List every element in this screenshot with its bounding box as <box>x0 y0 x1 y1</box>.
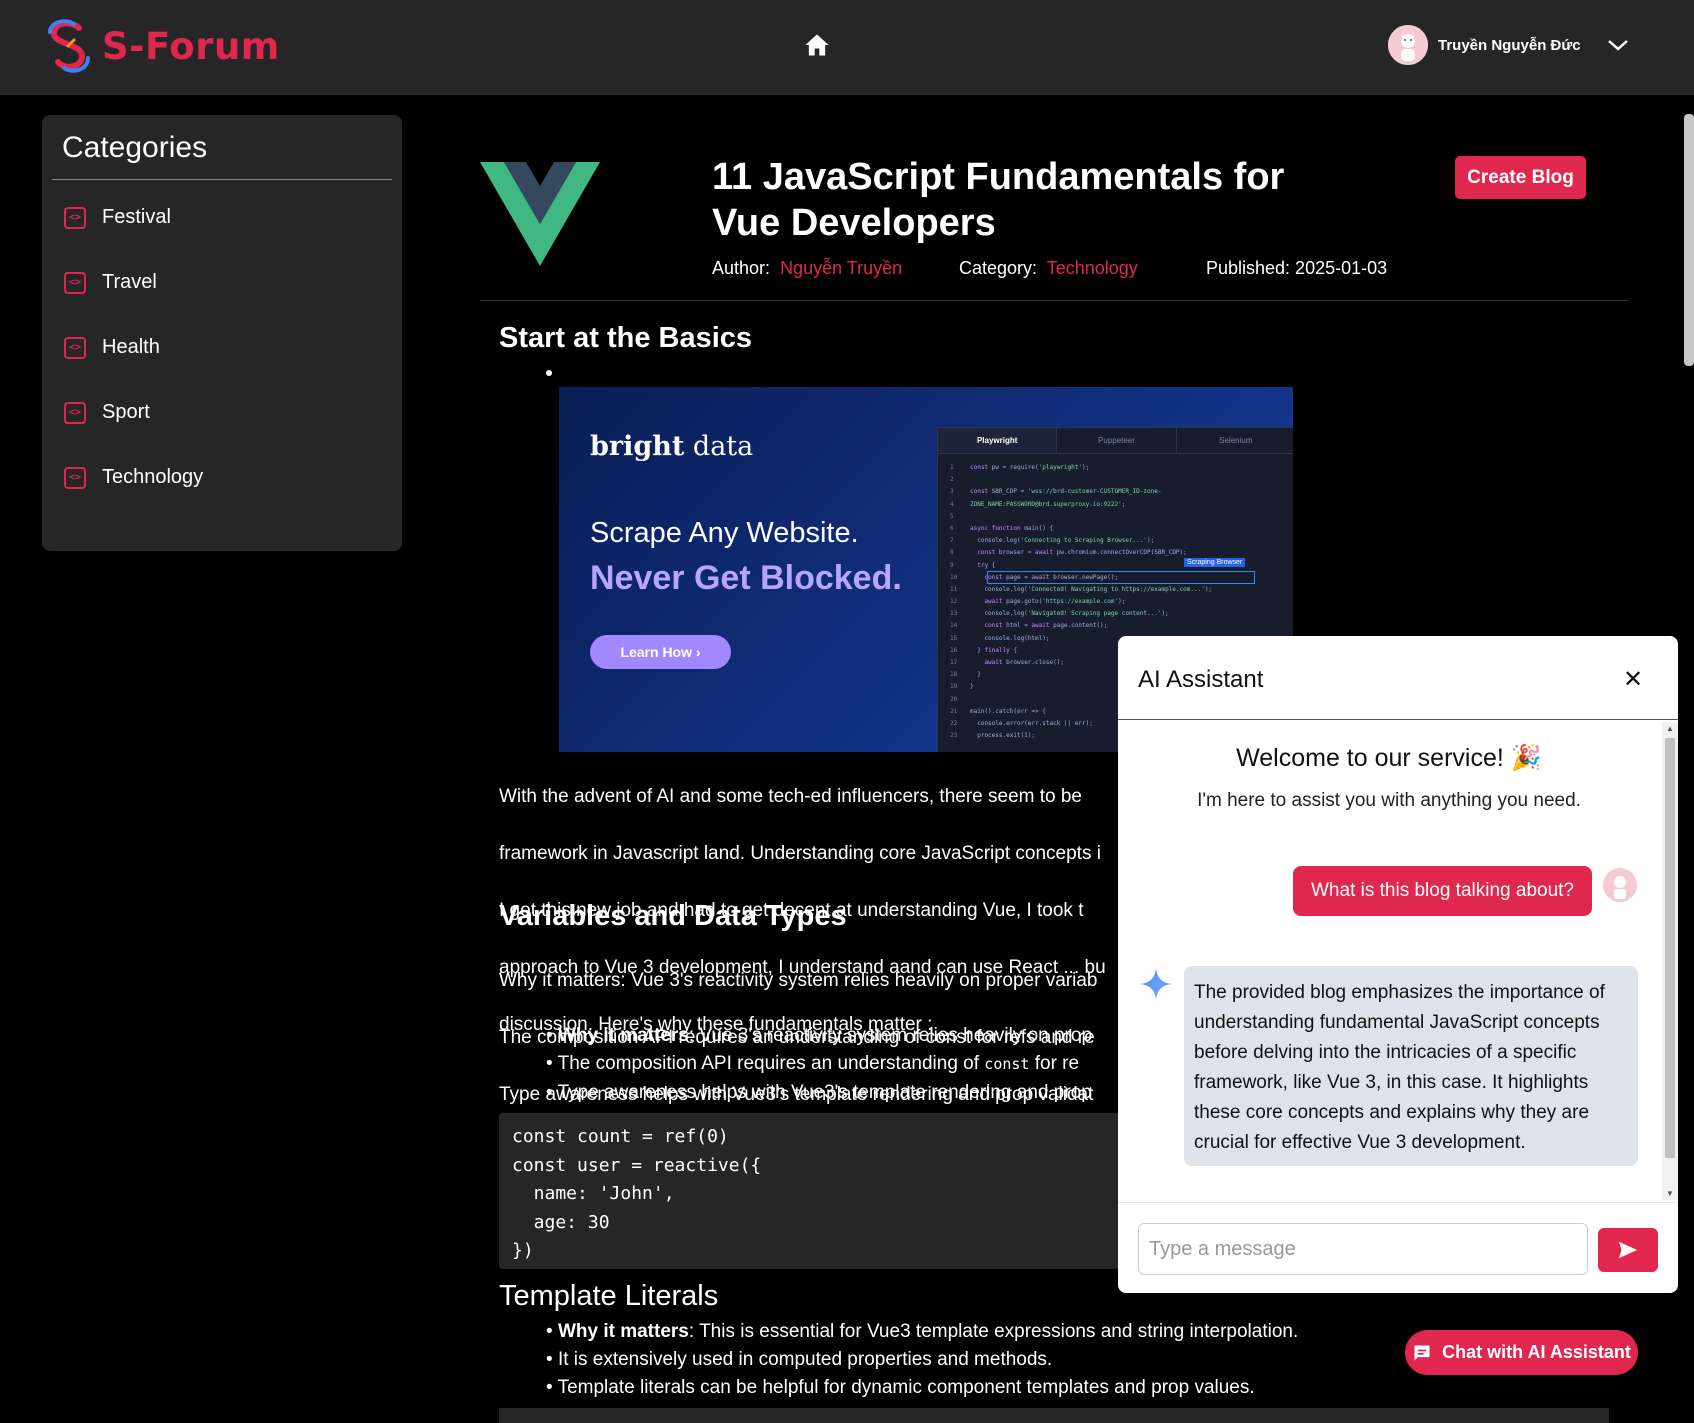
app-name: S-Forum <box>102 24 280 68</box>
list-item: • It is extensively used in computed pro… <box>546 1349 1053 1370</box>
code-block <box>499 1408 1609 1423</box>
chat-icon <box>1414 1345 1430 1360</box>
code-icon: <> <box>64 206 86 229</box>
divider <box>480 300 1628 301</box>
post-author: Author: Nguyễn Truyền <box>712 258 902 279</box>
code-tab: Playwright <box>938 428 1058 453</box>
sidebar-item-label: Festival <box>102 206 171 228</box>
post-title: 11 JavaScript Fundamentals for Vue Devel… <box>712 156 1285 244</box>
sidebar-item-health[interactable]: <> Health <box>64 336 160 359</box>
heading-variables: Variables and Data Types <box>499 900 847 932</box>
banner-line1: Scrape Any Website. <box>590 517 859 549</box>
welcome-title: Welcome to our service! 🎉 <box>1236 744 1542 772</box>
list-item: • Why it matters: This is essential for … <box>546 1321 1299 1342</box>
send-button[interactable] <box>1598 1228 1658 1272</box>
sparkle-icon <box>1140 968 1172 1000</box>
top-navbar: S-Forum Truyền Nguyễn Đức <box>0 0 1694 95</box>
user-name: Truyền Nguyễn Đức <box>1438 36 1581 54</box>
chat-with-ai-button[interactable]: Chat with AI Assistant <box>1405 1330 1638 1375</box>
chat-title: AI Assistant <box>1138 666 1264 693</box>
code-icon: <> <box>64 466 86 489</box>
close-icon[interactable]: ✕ <box>1618 664 1648 694</box>
user-message: What is this blog talking about? <box>1293 866 1592 916</box>
banner-brand: bright data <box>590 431 754 462</box>
welcome-subtitle: I'm here to assist you with anything you… <box>1197 790 1581 811</box>
code-tab: Puppeteer <box>1057 428 1177 453</box>
list-item: • The composition API requires an unders… <box>546 1053 1080 1074</box>
sidebar-item-festival[interactable]: <> Festival <box>64 206 171 229</box>
vue-logo-icon <box>480 162 600 266</box>
sidebar-item-travel[interactable]: <> Travel <box>64 271 157 294</box>
message-input[interactable] <box>1138 1223 1588 1275</box>
sidebar-item-label: Travel <box>102 271 157 293</box>
s-forum-logo-icon <box>48 19 90 73</box>
list-item: • Type awareness helps with Vue3's templ… <box>546 1082 1092 1103</box>
sidebar-title: Categories <box>62 131 208 164</box>
avatar <box>1603 868 1637 902</box>
sidebar-item-sport[interactable]: <> Sport <box>64 401 150 424</box>
author-label: Author: <box>712 258 771 278</box>
code-text: const count = ref(0) const user = reacti… <box>512 1126 762 1261</box>
post-published: Published: 2025-01-03 <box>1206 258 1388 278</box>
sidebar-item-label: Technology <box>102 466 204 488</box>
chat-footer <box>1118 1202 1678 1293</box>
assistant-message: The provided blog emphasizes the importa… <box>1184 966 1638 1166</box>
list-bullet <box>546 370 552 376</box>
banner-line2: Never Get Blocked. <box>590 559 902 597</box>
create-blog-button[interactable]: Create Blog <box>1455 156 1586 199</box>
code-icon: <> <box>64 271 86 294</box>
category-link[interactable]: Technology <box>1047 258 1138 278</box>
user-menu[interactable]: Truyền Nguyễn Đức <box>1388 25 1581 65</box>
sidebar-item-label: Health <box>102 336 160 358</box>
list-item: • Template literals can be helpful for d… <box>546 1377 1255 1398</box>
author-link[interactable]: Nguyễn Truyền <box>780 258 902 278</box>
code-tab: Selenium <box>1177 428 1293 453</box>
divider <box>52 179 392 180</box>
page-scrollbar[interactable] <box>1684 114 1694 366</box>
sidebar-item-label: Sport <box>102 401 150 423</box>
list-item: • Why it matters: Vue 3's reactivity sys… <box>546 1025 1093 1046</box>
code-icon: <> <box>64 336 86 359</box>
post-category: Category: Technology <box>959 258 1138 279</box>
heading-template-literals: Template Literals <box>499 1280 719 1312</box>
chat-header: AI Assistant ✕ <box>1118 636 1678 720</box>
ai-assistant-panel: AI Assistant ✕ Welcome to our service! 🎉… <box>1118 636 1678 1293</box>
home-icon[interactable] <box>803 31 831 59</box>
code-highlight <box>987 571 1255 584</box>
banner-learn-how-button[interactable]: Learn How › <box>590 635 731 669</box>
chat-scrollbar[interactable]: ▲ ▼ <box>1662 722 1678 1200</box>
chat-fab-label: Chat with AI Assistant <box>1442 1342 1631 1362</box>
send-icon <box>1618 1241 1638 1259</box>
category-label: Category: <box>959 258 1038 278</box>
heading-basics: Start at the Basics <box>499 322 753 354</box>
code-highlight-tag: Scraping Browser <box>1184 558 1246 567</box>
code-icon: <> <box>64 401 86 424</box>
logo[interactable]: S-Forum <box>46 18 280 74</box>
chevron-down-icon[interactable] <box>1606 36 1630 54</box>
categories-sidebar: Categories <> Festival <> Travel <> Heal… <box>42 115 402 551</box>
sidebar-item-technology[interactable]: <> Technology <box>64 466 203 489</box>
avatar <box>1388 25 1428 65</box>
